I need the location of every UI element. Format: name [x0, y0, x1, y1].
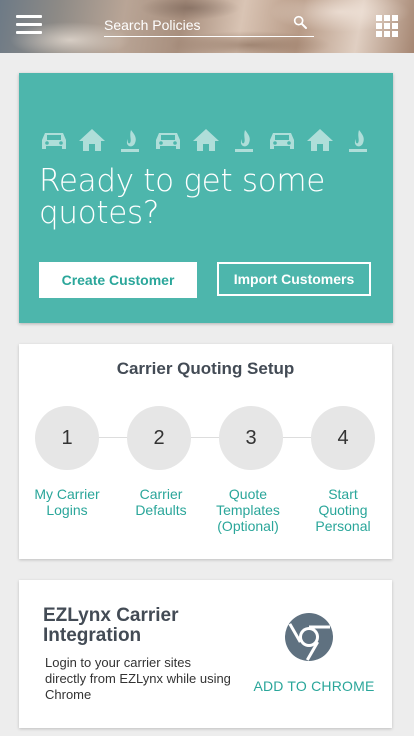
step-2-circle[interactable]: 2: [127, 406, 191, 470]
flame-icon: [121, 130, 139, 152]
ezlynx-integration-card: EZLynx Carrier Integration Login to your…: [19, 580, 392, 728]
step-1-circle[interactable]: 1: [35, 406, 99, 470]
apps-grid-icon[interactable]: [376, 15, 398, 37]
flame-icon: [235, 130, 253, 152]
step-4-label[interactable]: Start Quoting Personal: [298, 486, 388, 534]
home-icon: [79, 129, 105, 151]
car-icon: [270, 133, 294, 149]
search-icon[interactable]: [292, 14, 308, 30]
hero-title: Ready to get some quotes?: [39, 163, 326, 231]
step-connector: [191, 437, 221, 438]
car-icon: [156, 133, 180, 149]
home-icon: [193, 129, 219, 151]
top-bar: [0, 0, 414, 53]
setup-title: Carrier Quoting Setup: [116, 359, 295, 378]
create-customer-button[interactable]: Create Customer: [39, 262, 197, 298]
hamburger-menu-icon[interactable]: [16, 15, 42, 35]
step-4-circle[interactable]: 4: [311, 406, 375, 470]
step-2-label[interactable]: Carrier Defaults: [116, 486, 206, 518]
chrome-logo-icon: [285, 613, 333, 661]
quote-hero-card: Ready to get some quotes? Create Custome…: [19, 73, 393, 323]
add-to-chrome-link[interactable]: ADD TO CHROME: [251, 678, 377, 694]
step-connector: [283, 437, 313, 438]
policy-type-icon-row: [39, 127, 373, 155]
import-customers-button[interactable]: Import Customers: [217, 262, 371, 296]
step-3-circle[interactable]: 3: [219, 406, 283, 470]
carrier-quoting-setup-card: Carrier Quoting Setup 1 2 3 4 My Carrier…: [19, 344, 392, 559]
car-icon: [42, 133, 66, 149]
step-3-label[interactable]: Quote Templates (Optional): [203, 486, 293, 534]
flame-icon: [349, 130, 367, 152]
ezlynx-title: EZLynx Carrier Integration: [43, 605, 179, 646]
search-input[interactable]: [104, 16, 284, 34]
step-connector: [99, 437, 129, 438]
search-bar: [104, 12, 314, 37]
home-icon: [307, 129, 333, 151]
ezlynx-description: Login to your carrier sites directly fro…: [45, 655, 231, 702]
step-1-label[interactable]: My Carrier Logins: [22, 486, 112, 518]
